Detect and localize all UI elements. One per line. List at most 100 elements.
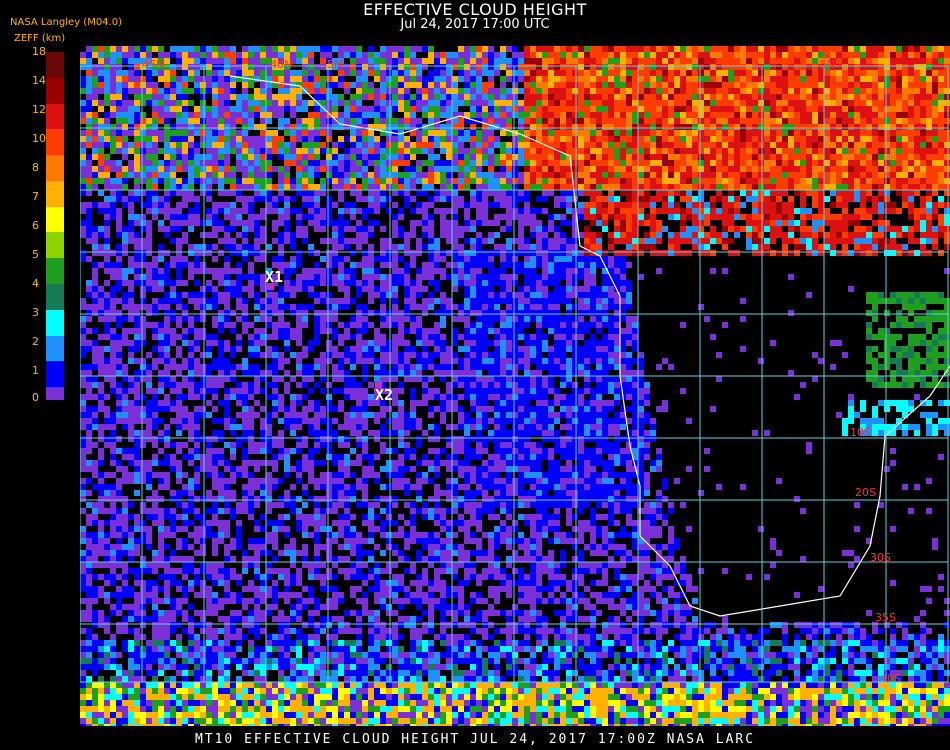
- cloud-cell: [416, 286, 422, 292]
- cloud-cell: [752, 70, 758, 76]
- cloud-cell: [626, 154, 632, 160]
- cloud-cell: [356, 172, 362, 178]
- cloud-cell: [104, 46, 110, 52]
- cloud-cell: [278, 208, 284, 214]
- cloud-cell: [92, 262, 98, 268]
- cloud-cell: [122, 244, 128, 250]
- cloud-cell: [848, 178, 854, 184]
- cloud-cell: [272, 136, 278, 142]
- cloud-cell: [836, 196, 842, 202]
- cloud-cell: [692, 106, 698, 112]
- cloud-cell: [422, 160, 428, 166]
- cloud-cell: [254, 160, 260, 166]
- cloud-cell: [248, 292, 254, 298]
- cloud-cell: [380, 58, 386, 64]
- cloud-cell: [686, 232, 692, 238]
- cloud-cell: [674, 100, 680, 106]
- cloud-cell: [602, 130, 608, 136]
- cloud-cell: [878, 52, 884, 58]
- cloud-cell: [512, 190, 518, 196]
- cloud-cell: [104, 244, 110, 250]
- cloud-cell: [506, 142, 512, 148]
- cloud-cell: [602, 46, 608, 52]
- cloud-cell: [548, 274, 554, 280]
- cloud-cell: [110, 250, 116, 256]
- cloud-cell: [842, 94, 848, 100]
- cloud-cell: [932, 130, 938, 136]
- cloud-cell: [710, 100, 716, 106]
- cloud-cell: [290, 196, 296, 202]
- cloud-cell: [158, 106, 164, 112]
- cloud-cell: [116, 268, 122, 274]
- cloud-cell: [698, 52, 704, 58]
- cloud-cell: [680, 190, 686, 196]
- cloud-cell: [686, 70, 692, 76]
- cloud-cell: [380, 64, 386, 70]
- cloud-cell: [740, 160, 746, 166]
- cloud-cell: [920, 220, 926, 226]
- cloud-cell: [650, 148, 656, 154]
- cloud-cell: [296, 232, 302, 238]
- cloud-cell: [860, 226, 866, 232]
- cloud-cell: [626, 244, 632, 250]
- cloud-cell: [602, 280, 608, 286]
- cloud-cell: [752, 220, 758, 226]
- cloud-cell: [734, 232, 740, 238]
- cloud-cell: [566, 280, 572, 286]
- cloud-cell: [482, 238, 488, 244]
- cloud-cell: [806, 244, 812, 250]
- cloud-cell: [518, 262, 524, 268]
- cloud-cell: [392, 220, 398, 226]
- cloud-cell: [932, 46, 938, 52]
- cloud-cell: [248, 136, 254, 142]
- cloud-cell: [566, 46, 572, 52]
- cloud-cell: [530, 118, 536, 124]
- cloud-cell: [800, 226, 806, 232]
- cloud-cell: [494, 106, 500, 112]
- cloud-cell: [518, 244, 524, 250]
- cloud-cell: [368, 82, 374, 88]
- cloud-cell: [692, 184, 698, 190]
- cloud-cell: [866, 58, 872, 64]
- cloud-cell: [554, 172, 560, 178]
- cloud-cell: [92, 178, 98, 184]
- cloud-cell: [698, 208, 704, 214]
- cloud-cell: [692, 226, 698, 232]
- cloud-cell: [200, 184, 206, 190]
- cloud-cell: [194, 106, 200, 112]
- cloud-cell: [578, 82, 584, 88]
- cloud-cell: [650, 82, 656, 88]
- cloud-cell: [902, 82, 908, 88]
- cloud-cell: [650, 220, 656, 226]
- cloud-cell: [206, 244, 212, 250]
- cloud-cell: [398, 124, 404, 130]
- cloud-cell: [356, 88, 362, 94]
- cloud-cell: [722, 196, 728, 202]
- cloud-cell: [494, 250, 500, 256]
- cloud-cell: [842, 88, 848, 94]
- cloud-cell: [536, 82, 542, 88]
- cloud-cell: [650, 136, 656, 142]
- cloud-cell: [698, 112, 704, 118]
- cloud-cell: [938, 184, 944, 190]
- cloud-cell: [878, 70, 884, 76]
- cloud-cell: [788, 70, 794, 76]
- cloud-cell: [524, 166, 530, 172]
- cloud-cell: [626, 160, 632, 166]
- cloud-cell: [578, 262, 584, 268]
- cloud-cell: [878, 118, 884, 124]
- cloud-cell: [428, 112, 434, 118]
- cloud-cell: [710, 154, 716, 160]
- cloud-cell: [470, 148, 476, 154]
- cloud-cell: [572, 160, 578, 166]
- cloud-cell: [392, 52, 398, 58]
- cloud-cell: [320, 184, 326, 190]
- cloud-cell: [926, 196, 932, 202]
- cloud-cell: [86, 100, 92, 106]
- cloud-cell: [836, 94, 842, 100]
- cloud-cell: [392, 70, 398, 76]
- cloud-cell: [182, 76, 188, 82]
- cloud-cell: [464, 226, 470, 232]
- cloud-cell: [578, 172, 584, 178]
- cloud-cell: [764, 70, 770, 76]
